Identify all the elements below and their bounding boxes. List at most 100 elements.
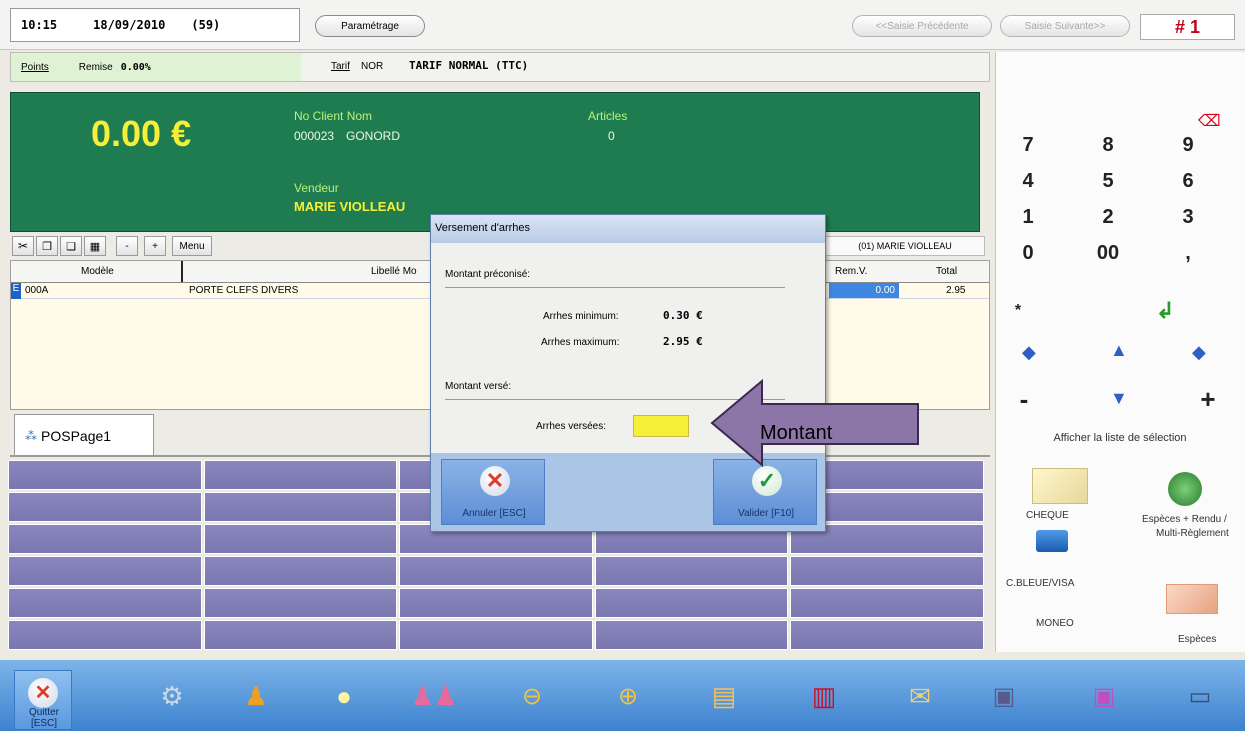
column-header-remv: Rem.V. (835, 266, 868, 277)
row-label: PORTE CLEFS DIVERS (189, 285, 299, 296)
key-minus[interactable]: - (1004, 384, 1044, 414)
credit-card-icon[interactable] (1036, 530, 1068, 552)
remise-value: 0.00% (120, 61, 151, 73)
add-row-button[interactable]: + (144, 236, 166, 256)
key-5[interactable]: 5 (1078, 166, 1138, 196)
total-amount: 0.00 € (91, 113, 192, 154)
grid-button[interactable]: ▦ (84, 236, 106, 256)
lightbulb-icon[interactable]: ● (320, 672, 368, 720)
show-selection-list-link[interactable]: Afficher la liste de sélection (996, 432, 1244, 444)
key-00[interactable]: 00 (1078, 238, 1138, 268)
quick-button[interactable] (203, 492, 398, 522)
quick-button[interactable] (203, 556, 398, 586)
total-display-panel: 0.00 € No Client Nom 000023 GONORD Artic… (10, 92, 980, 232)
key-8[interactable]: 8 (1078, 130, 1138, 160)
quick-button[interactable] (594, 588, 789, 618)
vendeur-name: MARIE VIOLLEAU (294, 199, 406, 214)
key-9[interactable]: 9 (1158, 130, 1218, 160)
laptop-icon[interactable]: ▭ (1176, 672, 1224, 720)
customers-icon[interactable]: ♟♟ (410, 672, 458, 720)
quick-button[interactable] (399, 556, 593, 586)
key-plus[interactable]: + (1188, 384, 1228, 414)
down-arrow-icon[interactable]: ▼ (1110, 388, 1128, 409)
recommended-section-label: Montant préconisé: (445, 269, 531, 280)
key-3[interactable]: 3 (1158, 202, 1218, 232)
cash-label[interactable]: Espèces (1178, 634, 1216, 645)
quick-button[interactable] (8, 556, 202, 586)
validate-button[interactable]: ✓ Valider [F10] (713, 459, 817, 525)
montant-callout-text: Montant (760, 422, 833, 444)
quick-button[interactable] (594, 620, 789, 650)
tab-pospage1[interactable]: ⁂ POSPage1 (14, 414, 154, 456)
quick-button[interactable] (8, 460, 202, 490)
row-remv: 0.00 (829, 283, 899, 298)
quick-button[interactable] (399, 588, 593, 618)
key-4[interactable]: 4 (998, 166, 1058, 196)
remove-row-button[interactable]: - (116, 236, 138, 256)
ticket-number: # 1 (1140, 14, 1235, 40)
backspace-icon[interactable]: ⌫ (1198, 114, 1222, 130)
quick-button[interactable] (399, 620, 593, 650)
left-arrow-icon[interactable]: ◆ (1022, 342, 1036, 363)
quick-button[interactable] (8, 588, 202, 618)
gift-icon[interactable]: ▥ (800, 672, 848, 720)
envelope-icon[interactable]: ✉ (896, 672, 944, 720)
person-icon[interactable]: ♟ (232, 672, 280, 720)
key-6[interactable]: 6 (1158, 166, 1218, 196)
cash-icon[interactable] (1166, 584, 1218, 614)
points-field[interactable]: Points Remise 0.00% (11, 53, 301, 81)
multi-payment-label[interactable]: Multi-Règlement (1156, 528, 1229, 539)
key-0[interactable]: 0 (998, 238, 1058, 268)
quit-button[interactable]: ✕ Quitter [ESC] (14, 670, 72, 730)
next-entry-button[interactable]: Saisie Suivante>> (1000, 15, 1130, 37)
right-arrow-icon[interactable]: ◆ (1192, 342, 1206, 363)
enter-arrow-icon[interactable]: ↲ (1156, 298, 1196, 328)
quit-x-icon: ✕ (28, 678, 58, 708)
key-2[interactable]: 2 (1078, 202, 1138, 232)
quick-button[interactable] (8, 492, 202, 522)
quick-button[interactable] (203, 460, 398, 490)
paste-button[interactable]: ❏ (60, 236, 82, 256)
workstation-icon[interactable]: ▣ (980, 672, 1028, 720)
quick-button[interactable] (594, 556, 789, 586)
quick-button[interactable] (790, 588, 984, 618)
add-row-label: + (152, 240, 158, 252)
user-computer-icon[interactable]: ▣ (1080, 672, 1128, 720)
key-7[interactable]: 7 (998, 130, 1058, 160)
cheque-icon[interactable] (1032, 468, 1088, 504)
document-icon[interactable]: ▤ (700, 672, 748, 720)
menu-button[interactable]: Menu (172, 236, 212, 256)
paid-deposit-input[interactable] (633, 415, 689, 437)
minus-circle-icon[interactable]: ⊖ (508, 672, 556, 720)
credit-card-label[interactable]: C.BLEUE/VISA (1006, 578, 1074, 589)
quick-button[interactable] (8, 524, 202, 554)
quick-button[interactable] (8, 620, 202, 650)
seller-reference: (01) MARIE VIOLLEAU (825, 236, 985, 256)
client-label: No Client Nom (294, 109, 373, 123)
cheque-label[interactable]: CHEQUE (1026, 510, 1069, 521)
cash-change-icon[interactable] (1168, 472, 1202, 506)
cut-button[interactable]: ✂ (12, 236, 34, 256)
grid-icon: ▦ (89, 240, 101, 253)
cash-change-label[interactable]: Espèces + Rendu / (1142, 514, 1227, 525)
up-arrow-icon[interactable]: ▲ (1110, 340, 1128, 361)
top-bar: 10:15 18/09/2010 (59) Paramétrage <<Sais… (0, 0, 1245, 50)
copy-button[interactable]: ❐ (36, 236, 58, 256)
quick-button[interactable] (790, 620, 984, 650)
tarif-name: TARIF NORMAL (TTC) (409, 59, 529, 72)
quick-button[interactable] (790, 556, 984, 586)
moneo-label[interactable]: MONEO (1036, 618, 1074, 629)
key-1[interactable]: 1 (998, 202, 1058, 232)
cancel-button[interactable]: ✕ Annuler [ESC] (441, 459, 545, 525)
plus-circle-icon[interactable]: ⊕ (604, 672, 652, 720)
key-star[interactable]: * (998, 296, 1038, 326)
quick-button[interactable] (203, 620, 398, 650)
settings-button[interactable]: Paramétrage (315, 15, 425, 37)
paid-section-label: Montant versé: (445, 381, 512, 392)
search-function-icon[interactable]: ⚙ (148, 672, 196, 720)
column-header-modele: Modèle (81, 266, 114, 277)
previous-entry-button[interactable]: <<Saisie Précédente (852, 15, 992, 37)
key-comma[interactable]: , (1158, 238, 1218, 268)
quick-button[interactable] (203, 524, 398, 554)
quick-button[interactable] (203, 588, 398, 618)
